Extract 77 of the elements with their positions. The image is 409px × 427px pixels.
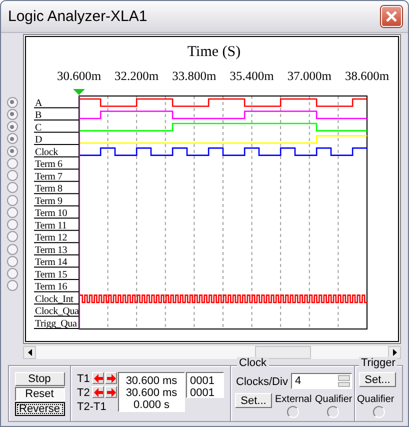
channel-label: B	[35, 110, 42, 122]
terminal-radio[interactable]	[6, 206, 18, 218]
time-tick-label: 38.600m	[344, 69, 390, 83]
move-cursor-right-button[interactable]	[105, 372, 117, 384]
clocks-per-div-field[interactable]: 4	[291, 373, 352, 389]
terminal-radio[interactable]	[6, 146, 18, 157]
channel-label: Trigg_Qua	[35, 318, 77, 330]
channel-label: Term 11	[35, 220, 67, 232]
channel-label: Term 12	[35, 232, 68, 244]
horizontal-scrollbar[interactable]	[23, 346, 401, 359]
terminal-radio[interactable]	[6, 170, 18, 182]
time-tick-label: 37.000m	[287, 69, 332, 83]
channel-label: Clock	[35, 146, 58, 158]
clock-option-label: External	[275, 394, 312, 406]
cursor-time: 30.600 ms	[126, 387, 178, 399]
trigger-qualifier-radio[interactable]	[373, 406, 385, 418]
chart-title: Time (S)	[187, 44, 241, 60]
cursor-time: 30.600 ms	[126, 375, 178, 387]
channel-label: Term 6	[35, 159, 62, 170]
terminal-radio[interactable]	[6, 244, 18, 255]
move-cursor-left-button[interactable]	[92, 372, 104, 384]
left-triangle-icon	[28, 349, 32, 356]
terminal-radio[interactable]	[6, 108, 18, 120]
clock-option-radio[interactable]	[327, 406, 339, 418]
clock-group-title: Clock	[237, 357, 269, 369]
terminal-radio[interactable]	[6, 256, 18, 267]
terminal-radio[interactable]	[6, 219, 18, 230]
clocks-per-div-label: Clocks/Div	[236, 376, 288, 388]
channel-label: Term 7	[35, 171, 62, 182]
channel-label: Term 14	[35, 257, 68, 268]
trigger-set-button[interactable]: Set...	[359, 372, 396, 387]
cursor-label: T1	[77, 372, 91, 385]
move-cursor-right-button[interactable]	[105, 386, 117, 398]
control-button[interactable]: Reset	[14, 387, 64, 401]
terminal-radio[interactable]	[6, 194, 18, 206]
terminal-radio[interactable]	[6, 121, 18, 132]
time-tick-label: 35.400m	[230, 69, 274, 83]
terminal-radio[interactable]	[6, 280, 18, 292]
clock-option-label: Qualifier	[315, 394, 352, 406]
trigger-group-title: Trigger	[359, 357, 398, 369]
scroll-thumb[interactable]	[255, 346, 311, 359]
terminal-radio[interactable]	[6, 158, 18, 169]
time-tick-label: 33.800m	[172, 69, 216, 83]
close-button[interactable]	[381, 6, 402, 27]
channel-label: Term 13	[35, 244, 68, 256]
cursor-label: T2	[77, 386, 91, 399]
scroll-left-button[interactable]	[23, 346, 36, 359]
delta-label: T2-T1	[77, 400, 108, 413]
channel-label: C	[35, 122, 42, 134]
close-icon	[386, 11, 397, 22]
terminal-radio[interactable]	[6, 268, 18, 280]
time-tick-label: 32.200m	[114, 69, 159, 83]
channel-label: Term 10	[35, 208, 68, 220]
right-triangle-icon	[392, 349, 396, 356]
delta-time: 0.000 s	[133, 399, 170, 411]
channel-label: Term 15	[35, 269, 68, 280]
terminal-radio[interactable]	[6, 96, 18, 108]
channel-label: Term 8	[35, 184, 62, 195]
cursor-value: 0001	[190, 387, 216, 399]
move-cursor-left-button[interactable]	[92, 386, 104, 398]
channel-label: Clock_Int	[35, 294, 74, 305]
terminal-radio[interactable]	[6, 231, 18, 242]
time-tick-label: 30.600m	[56, 69, 102, 83]
control-button[interactable]: Reverse	[14, 402, 64, 416]
channel-label: Term 9	[35, 196, 62, 207]
cursor-value: 0001	[190, 375, 216, 387]
clock-set-button[interactable]: Set...	[235, 393, 272, 408]
window-title: Logic Analyzer-XLA1	[8, 8, 148, 25]
terminal-radio[interactable]	[6, 133, 18, 144]
terminal-radio[interactable]	[6, 182, 18, 194]
channel-label: Term 16	[35, 282, 68, 293]
control-button[interactable]: Stop	[14, 372, 64, 386]
clock-option-radio[interactable]	[287, 406, 299, 418]
channel-label: A	[35, 98, 42, 109]
trigger-qualifier-label: Qualifier	[357, 394, 394, 406]
channel-label: D	[35, 134, 42, 146]
channel-label: Clock_Qua	[35, 306, 79, 318]
